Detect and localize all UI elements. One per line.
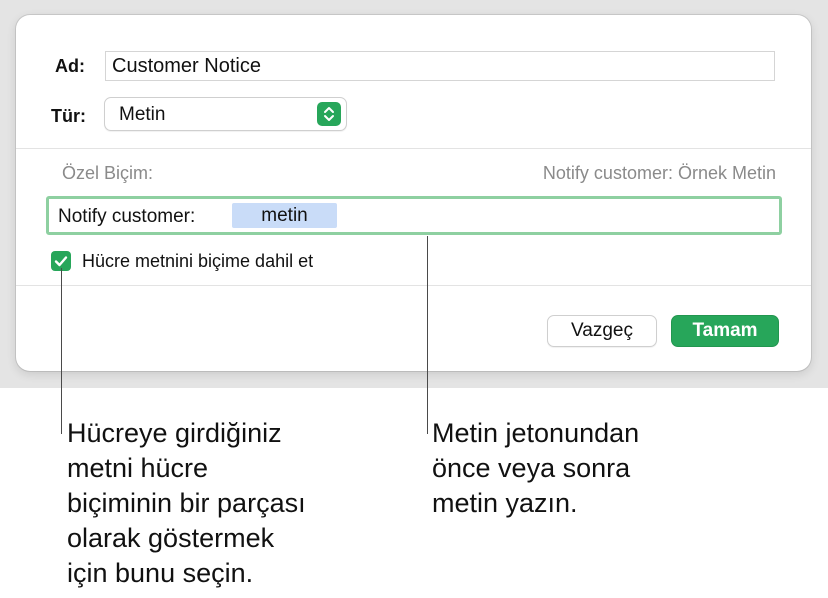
cancel-button[interactable]: Vazgeç (547, 315, 657, 347)
include-cell-text-label[interactable]: Hücre metnini biçime dahil et (82, 251, 313, 272)
callout-leader-right (427, 236, 428, 434)
text-token[interactable]: metin (232, 203, 337, 228)
format-prefix-text[interactable]: Notify customer: (58, 206, 195, 228)
custom-format-label: Özel Biçim: (62, 163, 154, 183)
updown-chevron-icon (317, 102, 341, 126)
name-input[interactable]: Customer Notice (105, 51, 775, 81)
footer-divider (16, 285, 811, 286)
name-label: Ad: (55, 56, 85, 76)
custom-format-field[interactable]: Notify customer: metin (46, 196, 782, 235)
callout-token-text: Metin jetonundan önce veya sonra metin y… (432, 418, 640, 518)
type-select-value: Metin (119, 104, 166, 125)
section-divider (16, 148, 811, 149)
format-preview: Notify customer: Örnek Metin (542, 163, 776, 183)
callout-leader-left (61, 268, 62, 434)
type-label: Tür: (51, 106, 86, 126)
type-select[interactable]: Metin (104, 97, 347, 131)
ok-button[interactable]: Tamam (671, 315, 779, 347)
callout-checkbox-text: Hücreye girdiğiniz metni hücre biçiminin… (67, 418, 306, 588)
custom-format-dialog: Ad: Customer Notice Tür: Metin Özel Biçi… (16, 15, 811, 371)
